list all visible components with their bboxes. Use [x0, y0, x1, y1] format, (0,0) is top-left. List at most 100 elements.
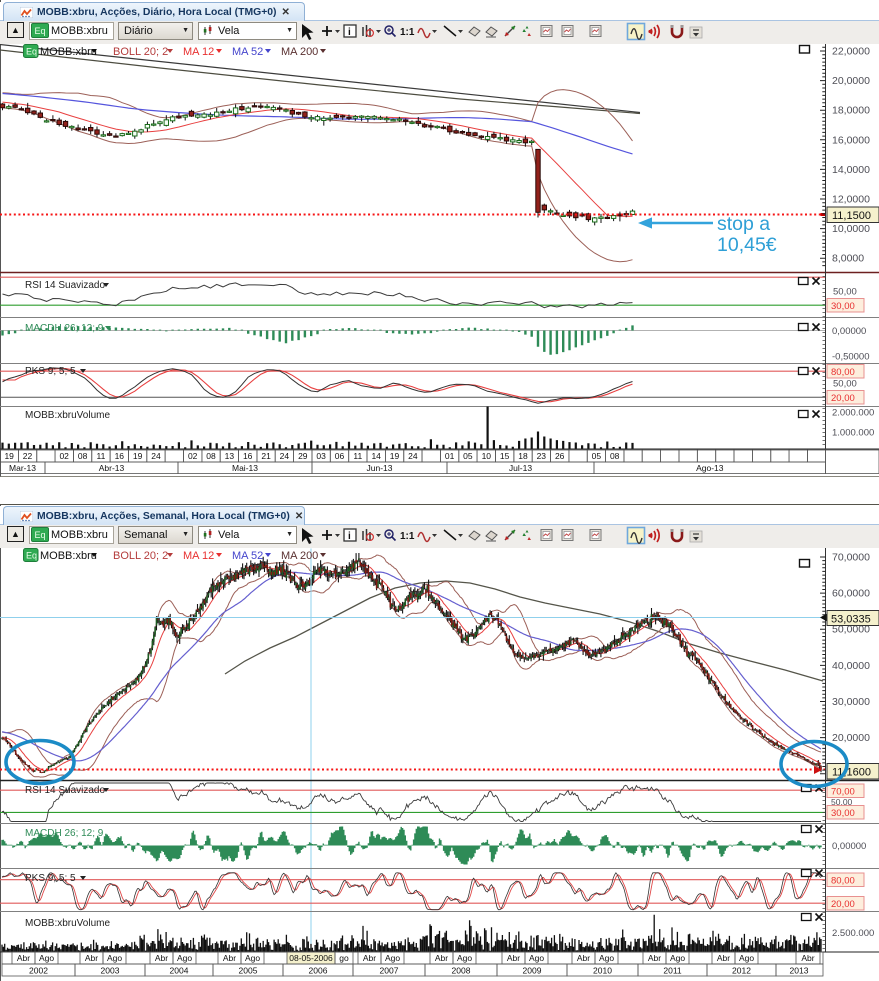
svg-text:24: 24 — [280, 451, 290, 461]
svg-text:11: 11 — [353, 451, 362, 461]
svg-text:MOBB:xbruVolume: MOBB:xbruVolume — [25, 410, 110, 421]
svg-text:2008: 2008 — [452, 966, 471, 976]
svg-text:23: 23 — [537, 451, 547, 461]
svg-text:MA 12: MA 12 — [183, 46, 214, 58]
svg-text:Abr: Abr — [363, 953, 376, 963]
svg-text:Abr: Abr — [648, 953, 661, 963]
svg-text:-0,50000: -0,50000 — [832, 352, 870, 363]
svg-text:Ago-13: Ago-13 — [696, 463, 724, 473]
svg-text:RSI 14 Suavizado: RSI 14 Suavizado — [25, 280, 105, 291]
svg-text:70,0000: 70,0000 — [832, 552, 870, 564]
svg-text:2002: 2002 — [29, 966, 48, 976]
svg-text:Ago: Ago — [245, 953, 260, 963]
svg-text:80,00: 80,00 — [831, 367, 855, 378]
svg-text:24: 24 — [408, 451, 418, 461]
svg-text:MA 52: MA 52 — [232, 46, 263, 58]
svg-text:Abr-13: Abr-13 — [99, 463, 125, 473]
svg-text:40,0000: 40,0000 — [832, 660, 870, 672]
svg-text:Abr: Abr — [435, 953, 448, 963]
svg-text:stop a: stop a — [717, 213, 770, 235]
svg-text:14,0000: 14,0000 — [832, 164, 870, 176]
svg-text:0,00000: 0,00000 — [832, 841, 866, 852]
svg-text:Ago: Ago — [670, 953, 685, 963]
svg-text:08-05-2006: 08-05-2006 — [289, 953, 333, 963]
svg-text:80,00: 80,00 — [831, 876, 855, 887]
svg-text:MOBB:xbru: MOBB:xbru — [40, 46, 97, 58]
svg-text:19: 19 — [4, 451, 14, 461]
svg-text:08: 08 — [78, 451, 88, 461]
svg-text:MA 52: MA 52 — [232, 550, 263, 562]
svg-text:Ago: Ago — [385, 953, 400, 963]
svg-text:50,00: 50,00 — [833, 287, 857, 298]
svg-text:05: 05 — [463, 451, 473, 461]
svg-text:BOLL 20; 2: BOLL 20; 2 — [113, 46, 168, 58]
svg-text:2012: 2012 — [732, 966, 751, 976]
svg-text:22,0000: 22,0000 — [832, 46, 870, 58]
svg-text:60,0000: 60,0000 — [832, 588, 870, 600]
svg-text:Jul-13: Jul-13 — [509, 463, 532, 473]
svg-text:70,00: 70,00 — [831, 787, 855, 798]
svg-text:RSI 14 Suavizado: RSI 14 Suavizado — [25, 785, 105, 796]
svg-text:Mar-13: Mar-13 — [9, 463, 36, 473]
svg-text:24: 24 — [151, 451, 161, 461]
svg-text:MA 200: MA 200 — [281, 550, 318, 562]
svg-text:18: 18 — [518, 451, 528, 461]
svg-text:16,0000: 16,0000 — [832, 134, 870, 146]
svg-text:02: 02 — [59, 451, 69, 461]
svg-text:2006: 2006 — [309, 966, 328, 976]
svg-text:53,0335: 53,0335 — [831, 614, 871, 626]
svg-text:10: 10 — [482, 451, 492, 461]
svg-text:20,00: 20,00 — [831, 899, 855, 910]
svg-text:Abr: Abr — [717, 953, 730, 963]
svg-text:19: 19 — [133, 451, 143, 461]
svg-text:2011: 2011 — [663, 966, 682, 976]
svg-text:11,1600: 11,1600 — [832, 767, 871, 779]
svg-text:MA 200: MA 200 — [281, 46, 318, 58]
svg-text:Ago: Ago — [739, 953, 754, 963]
svg-text:Mai-13: Mai-13 — [232, 463, 258, 473]
svg-text:8,0000: 8,0000 — [832, 253, 864, 265]
svg-text:PKS 9; 5; 5: PKS 9; 5; 5 — [25, 366, 76, 377]
svg-text:go: go — [339, 953, 349, 963]
svg-text:10,0000: 10,0000 — [832, 223, 870, 235]
svg-text:13: 13 — [225, 451, 235, 461]
svg-text:11: 11 — [96, 451, 105, 461]
svg-text:Ago: Ago — [39, 953, 54, 963]
svg-text:02: 02 — [188, 451, 198, 461]
svg-text:2013: 2013 — [790, 966, 809, 976]
svg-text:11,1500: 11,1500 — [832, 210, 871, 222]
svg-text:BOLL 20; 2: BOLL 20; 2 — [113, 550, 168, 562]
svg-text:2005: 2005 — [239, 966, 258, 976]
svg-text:Abr: Abr — [155, 953, 168, 963]
svg-text:30,00: 30,00 — [831, 301, 855, 312]
svg-text:2007: 2007 — [380, 966, 399, 976]
svg-text:26: 26 — [555, 451, 565, 461]
svg-text:Abr: Abr — [17, 953, 30, 963]
svg-text:2004: 2004 — [170, 966, 189, 976]
svg-text:01: 01 — [445, 451, 455, 461]
svg-text:PKS 9; 5; 5: PKS 9; 5; 5 — [25, 873, 76, 884]
svg-text:08: 08 — [206, 451, 216, 461]
svg-text:14: 14 — [371, 451, 381, 461]
svg-text:Abr: Abr — [507, 953, 520, 963]
svg-text:16: 16 — [115, 451, 125, 461]
svg-text:MA 12: MA 12 — [183, 550, 214, 562]
svg-text:Abr: Abr — [85, 953, 98, 963]
svg-text:2003: 2003 — [101, 966, 120, 976]
svg-text:20,0000: 20,0000 — [832, 75, 870, 87]
svg-text:20,00: 20,00 — [831, 393, 855, 404]
svg-text:1.000.000: 1.000.000 — [832, 428, 874, 439]
svg-text:50,00: 50,00 — [833, 379, 857, 390]
svg-text:20,0000: 20,0000 — [832, 732, 870, 744]
svg-text:Eq: Eq — [26, 551, 37, 561]
svg-text:2009: 2009 — [523, 966, 542, 976]
svg-text:12,0000: 12,0000 — [832, 194, 870, 206]
svg-text:Abr: Abr — [577, 953, 590, 963]
svg-text:Ago: Ago — [177, 953, 192, 963]
svg-text:Ago: Ago — [599, 953, 614, 963]
svg-text:MOBB:xbru: MOBB:xbru — [40, 550, 97, 562]
svg-text:MACDH 26; 12; 9: MACDH 26; 12; 9 — [25, 828, 104, 839]
svg-text:22: 22 — [23, 451, 33, 461]
svg-text:2.500.000: 2.500.000 — [832, 928, 874, 939]
svg-text:Jun-13: Jun-13 — [367, 463, 393, 473]
